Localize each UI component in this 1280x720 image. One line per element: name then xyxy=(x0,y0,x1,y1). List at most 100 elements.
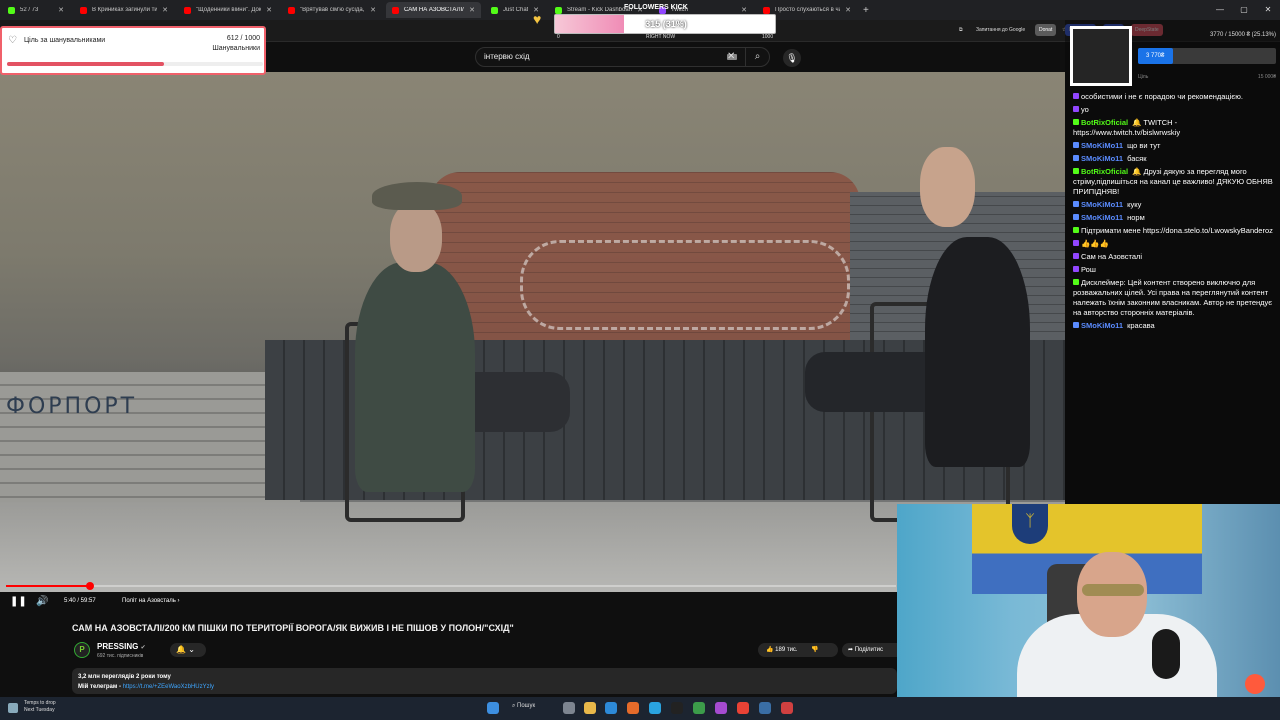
volume-icon[interactable]: 🔊 xyxy=(36,596,48,607)
new-tab-icon[interactable]: + xyxy=(863,5,869,16)
time-display: 5:40 / 59:57 xyxy=(64,598,96,604)
task-view-icon[interactable] xyxy=(563,702,575,714)
donation-goal-low: Ціль xyxy=(1138,74,1149,80)
app2-icon[interactable] xyxy=(715,702,727,714)
bookmark-donat[interactable]: Donat xyxy=(1035,24,1057,36)
thumbs-down-icon[interactable]: 👎 xyxy=(811,647,818,653)
chat-badge-icon xyxy=(1073,119,1079,125)
chat-message: Дисклеймер: Цей контент створено виключн… xyxy=(1073,278,1277,318)
donation-goal-fill: 3 770₴ xyxy=(1138,48,1173,64)
chat-username[interactable]: BotRixOficial xyxy=(1081,118,1128,127)
browser-tab[interactable]: "Щоденники війни". Доку... ✕ xyxy=(178,2,278,18)
telegram-link[interactable]: https://t.me/+ZEeWaoXzbHUzYzly xyxy=(123,684,214,690)
chat-username[interactable]: SMoKiMo11 xyxy=(1081,141,1123,150)
search-input[interactable]: інтервю схід ✕ ⌕ xyxy=(475,47,770,67)
chat-username[interactable]: SMoKiMo11 xyxy=(1081,321,1123,330)
clear-search-icon[interactable]: ✕ xyxy=(727,48,739,66)
chat-username[interactable]: BotRixOficial xyxy=(1081,167,1128,176)
close-tab-icon[interactable]: ✕ xyxy=(58,6,64,14)
heart-icon: ♥ xyxy=(533,11,542,27)
subscriber-count: 692 тис. підписників xyxy=(97,653,144,659)
pause-icon[interactable]: ❚❚ xyxy=(10,596,27,607)
tab-label: "Щоденники війни". Доку... xyxy=(196,7,262,13)
kick-header: FOLLOWERS KICK xyxy=(624,4,688,11)
google-ask-button[interactable]: Запитання до Google xyxy=(972,24,1029,36)
chat-message: BotRixOficial 🔔 Друзі дякую за перегляд м… xyxy=(1073,167,1277,197)
chapter-button[interactable]: Політ на Азовсталь › xyxy=(122,598,180,604)
like-count: 189 тис. xyxy=(775,647,798,653)
fan-goal-title: Ціль за шанувальниками xyxy=(24,37,106,44)
chrome-icon[interactable] xyxy=(737,702,749,714)
microphone-icon[interactable]: 🎙 xyxy=(783,49,801,67)
weather-icon xyxy=(8,703,18,713)
chat-badge-icon xyxy=(1073,106,1079,112)
share-button[interactable]: ➦ Поділитис xyxy=(842,643,902,657)
browser-tab[interactable]: САМ НА АЗОВСТАЛІ/2... ✕ xyxy=(386,2,481,18)
tab-label: В Криниках загинули тися... xyxy=(92,7,158,13)
chat-username[interactable]: SMoKiMo11 xyxy=(1081,200,1123,209)
browser-tab[interactable]: 52 / 73 ✕ xyxy=(2,2,70,18)
channel-name[interactable]: PRESSING ✔ xyxy=(97,642,146,651)
share-icon: ➦ xyxy=(848,647,854,653)
obs-icon[interactable] xyxy=(671,702,683,714)
translate-icon[interactable]: ⧉ xyxy=(955,24,967,36)
chat-messages: особистими і не є порадою чи рекомендаці… xyxy=(1073,92,1277,334)
app3-icon[interactable] xyxy=(781,702,793,714)
taskbar-search[interactable]: ⌕ Пошук xyxy=(512,703,535,710)
tab-favicon-icon xyxy=(491,6,498,14)
close-tab-icon[interactable]: ✕ xyxy=(469,6,475,14)
close-tab-icon[interactable]: ✕ xyxy=(845,6,851,14)
kick-followers-widget: FOLLOWERS KICK 315 (31%) 0 RIGHT NOW 100… xyxy=(554,4,776,40)
host-head xyxy=(920,147,975,227)
chat-message: Підтримати мене https://dona.stelo.to/Lw… xyxy=(1073,226,1277,236)
weather-line2: Next Tuesday xyxy=(24,707,55,713)
firefox-icon[interactable] xyxy=(627,702,639,714)
app-icon[interactable] xyxy=(693,702,705,714)
donation-goal-bar: 3 770₴ xyxy=(1138,48,1276,64)
seek-played xyxy=(6,585,91,587)
chat-username[interactable]: SMoKiMo11 xyxy=(1081,213,1123,222)
donation-goal-high: 15 000₴ xyxy=(1257,74,1276,80)
edge-icon[interactable] xyxy=(605,702,617,714)
maximize-icon[interactable]: ▢ xyxy=(1232,0,1256,20)
emblem-icon: ᛉ xyxy=(1012,504,1048,544)
chevron-down-icon: ⌄ xyxy=(188,645,195,654)
like-button[interactable]: 👍 189 тис. 👎 xyxy=(758,643,838,657)
chat-text: норм xyxy=(1127,213,1145,222)
window-controls: — ▢ ✕ xyxy=(1208,0,1280,20)
close-tab-icon[interactable]: ✕ xyxy=(370,6,376,14)
webcam-feed: ᛉ xyxy=(897,504,1280,697)
chat-username[interactable]: SMoKiMo11 xyxy=(1081,154,1123,163)
chat-badge-icon xyxy=(1073,93,1079,99)
chat-badge-icon xyxy=(1073,266,1079,272)
chat-badge-icon xyxy=(1073,240,1079,246)
minimize-icon[interactable]: — xyxy=(1208,0,1232,20)
kick-min: 0 xyxy=(557,34,560,40)
tab-label: 52 / 73 xyxy=(20,7,39,13)
taskbar: Temps to drop Next Tuesday ⌕ Пошук xyxy=(0,697,1280,720)
chat-badge-icon xyxy=(1073,155,1079,161)
search-icon[interactable]: ⌕ xyxy=(745,48,769,66)
browser-tab[interactable]: "Врятував сім'ю сусіда, а... ✕ xyxy=(282,2,382,18)
tab-label: Just Chatting xyxy=(503,7,529,13)
fan-goal-widget: ♡ Ціль за шанувальниками 612 / 1000 Шану… xyxy=(0,26,266,75)
glasses xyxy=(1082,584,1144,596)
steam-icon[interactable] xyxy=(759,702,771,714)
explorer-icon[interactable] xyxy=(584,702,596,714)
channel-avatar[interactable]: P xyxy=(74,642,90,658)
browser-tab[interactable]: В Криниках загинули тися... ✕ xyxy=(74,2,174,18)
description-box[interactable]: 3,2 млн переглядів 2 роки тому Мій телег… xyxy=(72,668,897,694)
chat-badge-icon xyxy=(1073,279,1079,285)
telegram-icon[interactable] xyxy=(649,702,661,714)
close-window-icon[interactable]: ✕ xyxy=(1256,0,1280,20)
chat-message: Сам на Азовсталі xyxy=(1073,252,1277,262)
seek-bar[interactable] xyxy=(6,582,896,590)
notification-bell-button[interactable]: 🔔 ⌄ xyxy=(170,643,206,657)
chat-message: SMoKiMo11 басяк xyxy=(1073,154,1277,164)
close-tab-icon[interactable]: ✕ xyxy=(162,6,168,14)
share-label: Поділитис xyxy=(854,647,884,653)
close-tab-icon[interactable]: ✕ xyxy=(266,6,272,14)
verified-icon: ✔ xyxy=(140,645,146,651)
weather-widget[interactable]: Temps to drop Next Tuesday xyxy=(24,700,56,714)
start-icon[interactable] xyxy=(487,702,499,714)
